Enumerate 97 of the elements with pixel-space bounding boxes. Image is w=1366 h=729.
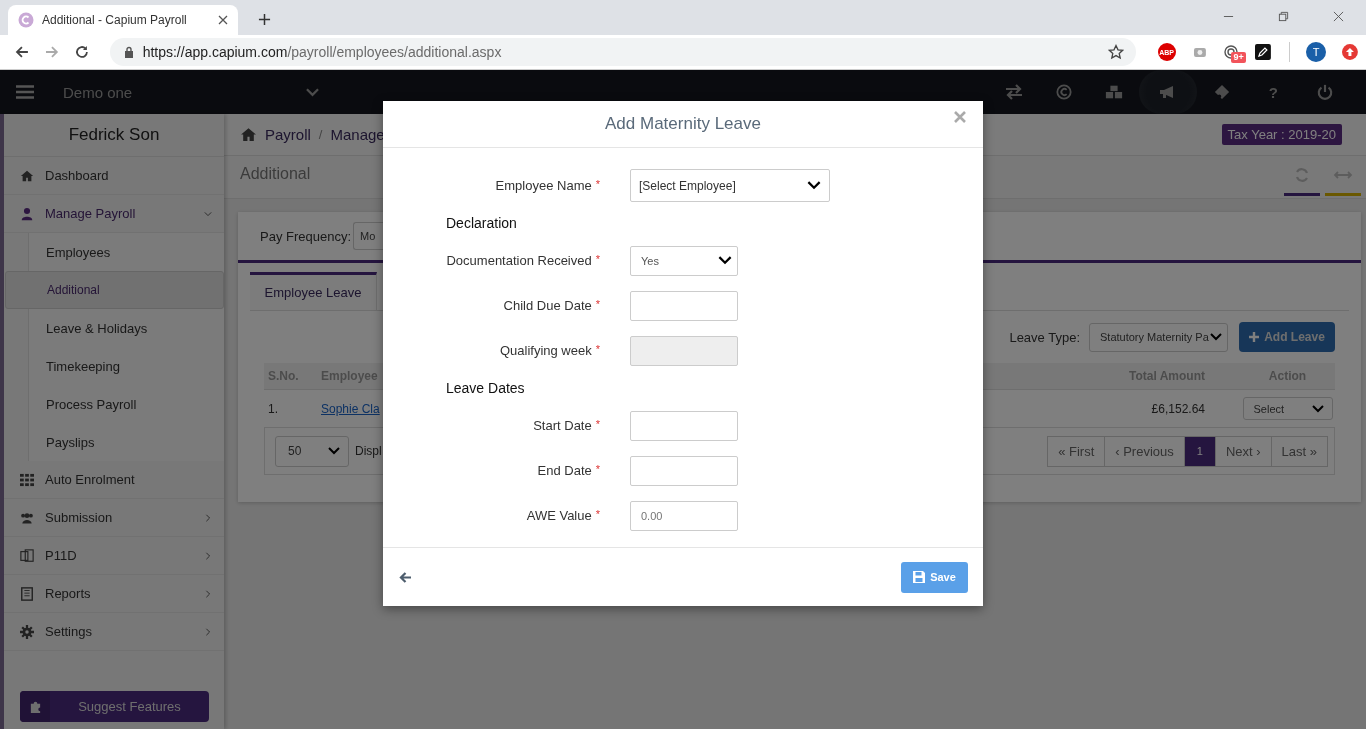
sidebar-subitem[interactable]: Employees	[5, 233, 224, 271]
sidebar-subitem[interactable]: Leave & Holidays	[5, 309, 224, 347]
table-cell-text: £6,152.64	[1150, 401, 1205, 416]
table-cell-text: 1.	[267, 401, 279, 416]
power-icon[interactable]	[1316, 84, 1334, 100]
tax-year-badge: Tax Year : 2019-20	[1221, 124, 1342, 145]
chevron-down-icon	[807, 181, 821, 190]
save-button[interactable]: Save	[901, 561, 968, 593]
reload-icon[interactable]	[73, 44, 90, 60]
pagination-button[interactable]: 1	[1183, 435, 1216, 467]
input-field[interactable]	[630, 455, 738, 486]
restore-icon[interactable]	[1278, 11, 1289, 22]
upload-icon[interactable]	[1342, 44, 1358, 60]
users-icon	[20, 510, 34, 525]
section-heading: Leave Dates	[445, 379, 526, 398]
sidebar-item-label: Reports	[45, 586, 92, 601]
input-field[interactable]: 0.00	[630, 500, 738, 531]
exchange-icon[interactable]	[1004, 84, 1023, 100]
address-bar[interactable]: https://app.capium.com/payroll/employees/additional.aspx	[109, 38, 1136, 66]
resize-horizontal-icon[interactable]	[1333, 169, 1353, 180]
home-icon[interactable]	[240, 127, 257, 142]
browser-tab[interactable]: Additional - Capium Payroll	[8, 5, 238, 35]
back-icon[interactable]	[14, 44, 30, 60]
page-size-select[interactable]: 50	[275, 435, 349, 467]
user-icon	[20, 206, 34, 221]
puzzle-icon	[28, 700, 42, 713]
section-heading: Declaration	[445, 214, 518, 233]
sidebar-subitem[interactable]: Payslips	[5, 423, 224, 461]
breadcrumb-link[interactable]: Manage	[330, 126, 385, 143]
sidebar-subitem[interactable]: Additional	[5, 271, 224, 309]
field-label: Qualifying week *	[498, 343, 600, 358]
pagination-button[interactable]: Next ›	[1214, 435, 1272, 467]
notification-badge: 9+	[1231, 52, 1246, 63]
pagination-button[interactable]: ‹ Previous	[1104, 435, 1185, 467]
sidebar-item-label: Manage Payroll	[45, 206, 137, 221]
field-label: Documentation Received *	[445, 253, 600, 268]
display-text: Displ	[355, 444, 382, 458]
documents-icon	[20, 548, 34, 563]
pay-frequency-select[interactable]: Mo	[353, 222, 385, 250]
tab[interactable]: Employee Leave	[250, 272, 377, 310]
leave-type-label: Leave Type:	[1009, 329, 1080, 345]
profile-avatar[interactable]: T	[1306, 42, 1327, 62]
refresh-icon[interactable]	[1294, 166, 1310, 183]
plus-icon	[1249, 332, 1260, 342]
page-title: Additional	[240, 165, 311, 183]
field-label: End Date *	[536, 463, 600, 478]
forward-icon[interactable]	[43, 44, 60, 60]
pagination-button[interactable]: Last »	[1270, 435, 1328, 467]
select-field[interactable]: [Select Employee]	[630, 169, 830, 202]
chevron-down-icon	[328, 447, 340, 455]
input-field[interactable]	[630, 290, 738, 321]
lock-icon	[123, 46, 134, 58]
plus-icon[interactable]	[258, 13, 271, 26]
employee-link[interactable]: Sophie Cla	[321, 401, 380, 416]
menu-icon[interactable]	[16, 85, 34, 99]
field-label: Child Due Date *	[502, 298, 600, 313]
company-name[interactable]: Demo one	[63, 83, 133, 101]
chevron-down-icon[interactable]	[306, 87, 320, 97]
sidebar-item-label: Settings	[45, 624, 93, 639]
chevron-down-icon	[1311, 404, 1324, 413]
close-icon[interactable]	[218, 15, 228, 25]
chevron-down-icon	[1210, 333, 1222, 341]
pagination-button[interactable]: « First	[1047, 435, 1106, 467]
modal-title: Add Maternity Leave	[605, 114, 761, 134]
sidebar-item-label: P11D	[45, 548, 78, 563]
star-icon[interactable]	[1107, 44, 1124, 60]
home-icon	[20, 168, 34, 183]
input-field[interactable]	[630, 410, 738, 441]
copyright-icon[interactable]	[1054, 84, 1073, 100]
breadcrumb-link[interactable]: Payroll	[265, 126, 311, 143]
sidebar-subitem[interactable]: Timekeeping	[5, 347, 224, 385]
chevron-down-icon	[718, 256, 732, 265]
pen-icon[interactable]	[1255, 44, 1272, 60]
field-label: AWE Value *	[525, 508, 600, 523]
url-text: https://app.capium.com/payroll/employees/additional.aspx	[142, 44, 502, 60]
suggest-features-button[interactable]: Suggest Features	[20, 691, 209, 722]
close-icon[interactable]	[1333, 11, 1344, 22]
field-label: Employee Name *	[494, 178, 600, 193]
logo-icon	[18, 12, 34, 28]
sidebar-item-label: Auto Enrolment	[45, 472, 136, 487]
sidebar-subitem[interactable]: Process Payroll	[5, 385, 224, 423]
help-button[interactable]: ?	[1268, 83, 1278, 101]
breadcrumb-separator: /	[318, 127, 323, 142]
back-arrow-icon[interactable]	[399, 571, 412, 583]
leave-type-select[interactable]: Statutory Maternity Pa	[1089, 322, 1228, 352]
select-field[interactable]: Yes	[630, 245, 738, 276]
cubes-icon[interactable]	[1104, 84, 1123, 100]
sidebar-item-label: Submission	[45, 510, 114, 525]
add-leave-button[interactable]: Add Leave	[1239, 322, 1335, 352]
grid-icon	[20, 472, 34, 487]
action-select[interactable]: Select	[1242, 397, 1333, 420]
pay-frequency-label: Pay Frequency:	[260, 228, 352, 244]
building-icon	[20, 586, 34, 601]
settings-icon	[20, 624, 34, 639]
sidebar-item-label: Dashboard	[45, 168, 110, 183]
tab-title: Additional - Capium Payroll	[42, 13, 188, 27]
field-label: Start Date *	[532, 418, 600, 433]
